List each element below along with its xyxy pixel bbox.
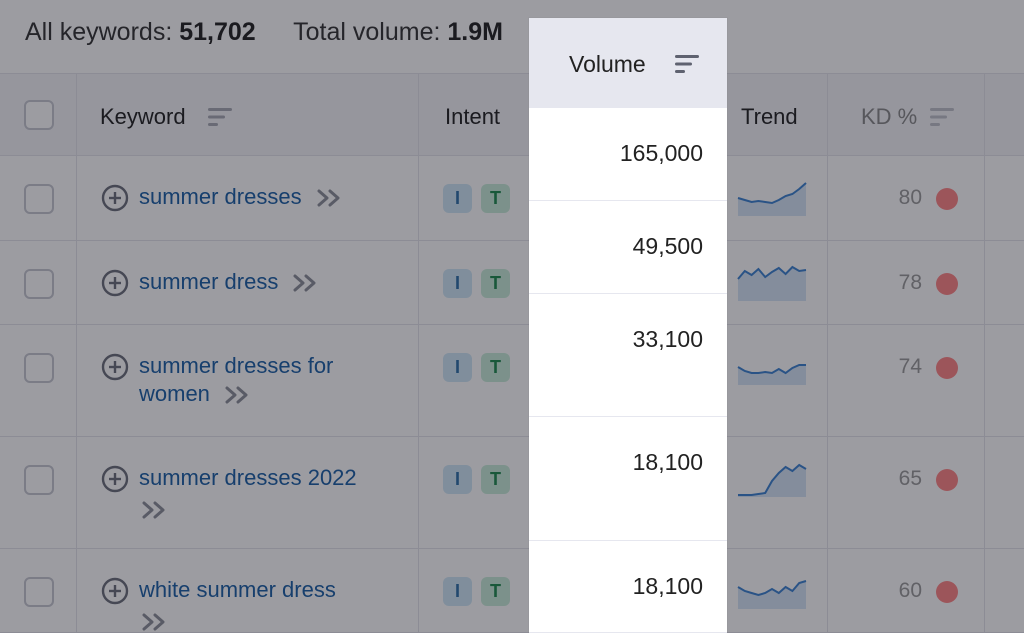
kd-column-header[interactable]: KD % (861, 104, 917, 130)
summary-bar: All keywords: 51,702 Total volume: 1.9M (0, 0, 1024, 74)
intent-informational-badge: I (443, 184, 472, 213)
intent-transactional-badge: T (481, 577, 510, 606)
intent-transactional-badge: T (481, 465, 510, 494)
add-keyword-icon[interactable] (101, 184, 129, 212)
volume-sort-icon[interactable] (675, 54, 701, 74)
intent-informational-badge: I (443, 465, 472, 494)
volume-cell: 165,000 (529, 108, 727, 201)
trend-area (738, 365, 806, 385)
row-checkbox[interactable] (24, 269, 54, 299)
double-chevron-right-icon[interactable] (141, 500, 167, 520)
keyword-text[interactable]: summer dresses 2022 (139, 465, 357, 490)
kd-difficulty-dot (936, 581, 958, 603)
kd-difficulty-dot (936, 469, 958, 491)
sort-icon[interactable] (208, 107, 234, 127)
add-keyword-icon[interactable] (101, 577, 129, 605)
trend-sparkline (738, 463, 807, 497)
intent-informational-badge: I (443, 269, 472, 298)
double-chevron-right-icon[interactable] (316, 188, 342, 208)
volume-cell: 18,100 (529, 417, 727, 541)
keyword-link[interactable]: summer dresses 2022 (139, 464, 399, 520)
intent-transactional-badge: T (481, 353, 510, 382)
volume-cell: 18,100 (529, 541, 727, 633)
keyword-link[interactable]: summer dresses (139, 183, 399, 211)
table-header: Keyword Intent Trend KD % (0, 74, 1024, 156)
trend-area (738, 183, 806, 216)
table-row: summer dresses for women I T 74 (0, 325, 1024, 437)
double-chevron-right-icon[interactable] (224, 385, 250, 405)
trend-sparkline (737, 265, 807, 301)
kd-difficulty-dot (936, 188, 958, 210)
volume-cell: 33,100 (529, 294, 727, 417)
volume-column-highlight: Volume 165,000 49,500 33,100 18,100 18,100 (529, 18, 727, 633)
table-row: summer dress I T 78 (0, 241, 1024, 325)
double-chevron-right-icon[interactable] (292, 273, 318, 293)
trend-sparkline (737, 364, 806, 385)
select-all-checkbox[interactable] (24, 100, 54, 130)
intent-transactional-badge: T (481, 184, 510, 213)
keyword-link[interactable]: summer dress (139, 268, 399, 296)
kd-value: 65 (898, 467, 922, 490)
keyword-text[interactable]: summer dress (139, 269, 278, 294)
keyword-column-header[interactable]: Keyword (100, 104, 186, 130)
all-keywords-label: All keywords: (25, 18, 173, 46)
row-checkbox[interactable] (24, 353, 54, 383)
intent-informational-badge: I (443, 353, 472, 382)
total-volume-value: 1.9M (447, 18, 503, 46)
table-row: summer dresses 2022 I T 65 (0, 437, 1024, 549)
keyword-text[interactable]: summer dresses (139, 184, 302, 209)
kd-value: 80 (898, 186, 922, 209)
row-checkbox[interactable] (24, 465, 54, 495)
row-checkbox[interactable] (24, 184, 54, 214)
volume-value: 49,500 (632, 233, 703, 259)
kd-difficulty-dot (936, 273, 958, 295)
volume-column-header[interactable]: Volume (529, 18, 727, 108)
volume-value: 165,000 (619, 140, 703, 166)
add-keyword-icon[interactable] (101, 269, 129, 297)
keyword-link[interactable]: summer dresses for women (139, 352, 399, 408)
kd-value: 74 (898, 355, 922, 378)
volume-cell: 49,500 (529, 201, 727, 294)
intent-transactional-badge: T (481, 269, 510, 298)
trend-sparkline (737, 580, 807, 609)
total-volume-label: Total volume: (293, 18, 441, 46)
trend-column-header: Trend (741, 104, 798, 129)
table-row: white summer dress I T 60 (0, 549, 1024, 633)
kd-value: 60 (898, 579, 922, 602)
volume-column-title: Volume (569, 51, 646, 77)
summary-text: All keywords: 51,702 Total volume: 1.9M (25, 18, 503, 47)
volume-value: 18,100 (632, 449, 703, 475)
double-chevron-right-icon[interactable] (141, 612, 167, 632)
kd-sort-icon[interactable] (930, 107, 956, 127)
intent-column-header[interactable]: Intent (445, 104, 500, 130)
trend-sparkline (737, 182, 807, 216)
keyword-text[interactable]: white summer dress (139, 577, 336, 602)
add-keyword-icon[interactable] (101, 465, 129, 493)
intent-informational-badge: I (443, 577, 472, 606)
keyword-link[interactable]: white summer dress (139, 576, 399, 632)
volume-value: 18,100 (632, 573, 703, 599)
volume-value: 33,100 (632, 326, 703, 352)
kd-difficulty-dot (936, 357, 958, 379)
trend-area (738, 581, 806, 609)
row-checkbox[interactable] (24, 577, 54, 607)
add-keyword-icon[interactable] (101, 353, 129, 381)
all-keywords-count: 51,702 (179, 18, 256, 46)
table-row: summer dresses I T 80 (0, 156, 1024, 241)
kd-value: 78 (898, 271, 922, 294)
